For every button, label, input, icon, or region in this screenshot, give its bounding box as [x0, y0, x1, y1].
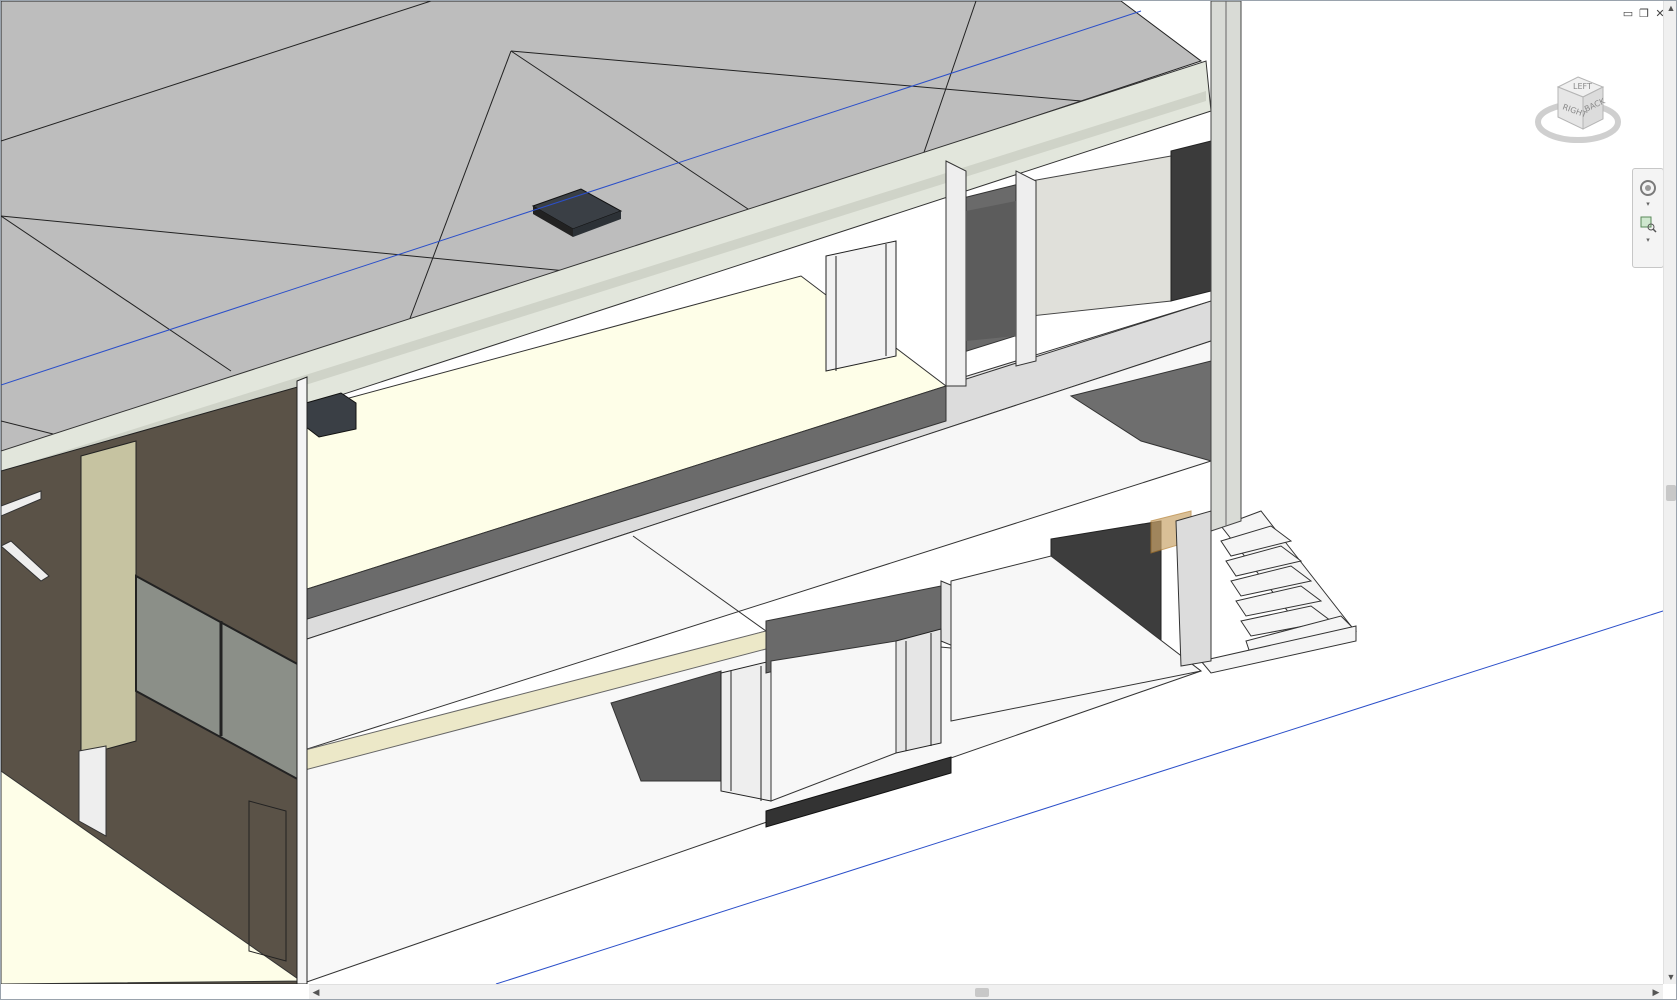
restore-icon[interactable]: ❐	[1638, 7, 1650, 20]
ground-door-left	[720, 660, 772, 802]
exterior-stairs	[1200, 510, 1357, 674]
scroll-down-icon[interactable]: ▼	[1664, 970, 1676, 984]
scroll-right-icon[interactable]: ▶	[1649, 985, 1663, 999]
steering-wheel-icon[interactable]	[1637, 177, 1659, 199]
wall-cut-column	[296, 376, 308, 984]
left-facade-tan-pilaster	[80, 440, 137, 757]
column-upper	[945, 160, 967, 387]
viewport-window-controls: ▭ ❐ ✕	[1622, 7, 1666, 20]
horizontal-scrollbar[interactable]: ◀ ▶	[309, 984, 1663, 999]
building-section-model[interactable]	[1, 1, 1663, 984]
view-cube[interactable]: LEFT RIGHT BACK	[1533, 67, 1623, 157]
scroll-left-icon[interactable]: ◀	[309, 985, 323, 999]
vertical-scroll-thumb[interactable]	[1666, 485, 1676, 501]
zoom-dropdown-icon[interactable]: ▾	[1642, 237, 1654, 245]
horizontal-scroll-thumb[interactable]	[975, 988, 989, 997]
stair-core-dark	[1170, 140, 1212, 302]
lower-right-floor	[950, 555, 1203, 722]
3d-view-canvas[interactable]: ▭ ❐ ✕ LEFT RIGHT BACK ▾ ▾ ▲ ▼ ◀ ▶	[0, 0, 1677, 1000]
view-cube-label-top: LEFT	[1573, 82, 1592, 91]
upper-room-back-wall	[1030, 155, 1172, 317]
minimize-icon[interactable]: ▭	[1622, 7, 1634, 20]
zoom-region-icon[interactable]	[1637, 213, 1659, 235]
vertical-scrollbar[interactable]: ▲ ▼	[1663, 1, 1676, 984]
scroll-up-icon[interactable]: ▲	[1664, 1, 1676, 15]
ground-door-right	[895, 628, 942, 754]
steering-wheel-dropdown-icon[interactable]: ▾	[1642, 201, 1654, 209]
navigation-bar: ▾ ▾	[1632, 168, 1664, 268]
